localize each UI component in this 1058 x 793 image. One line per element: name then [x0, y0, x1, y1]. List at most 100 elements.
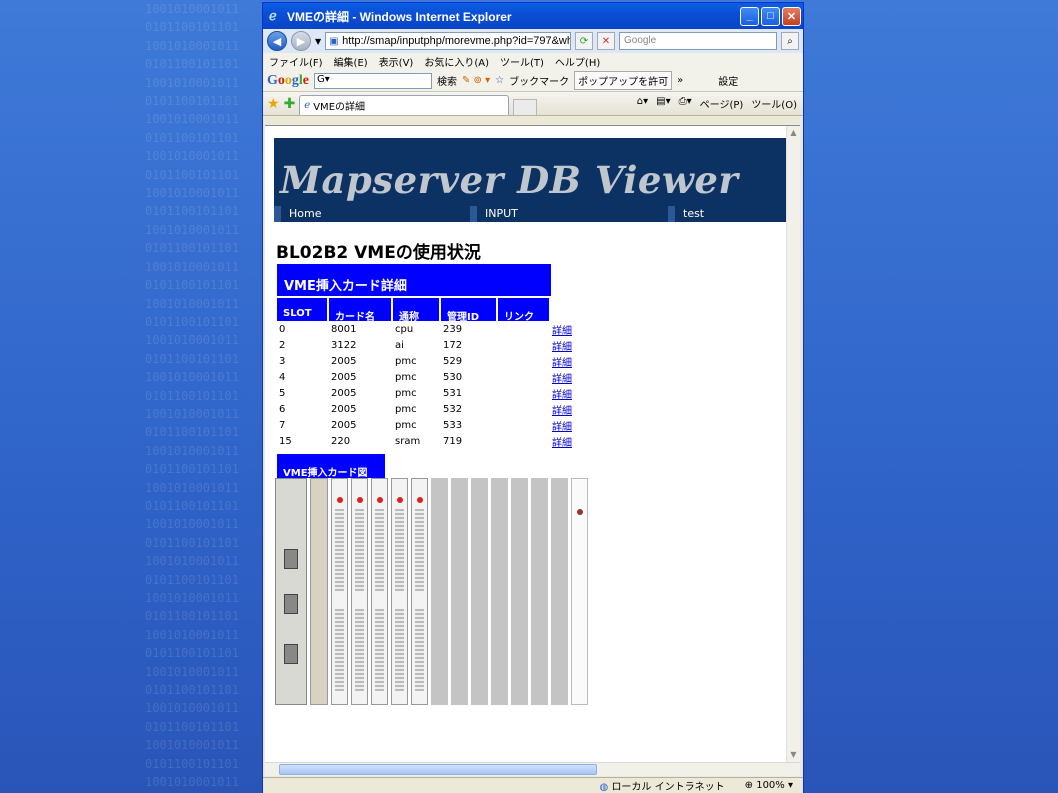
nav-input[interactable]: INPUT: [470, 206, 668, 222]
table-row: 15 220 sram 719 詳細: [277, 433, 572, 449]
settings-button[interactable]: 設定: [718, 73, 738, 88]
detail-link[interactable]: 詳細: [552, 370, 572, 385]
search-icon[interactable]: ⌕: [781, 32, 799, 50]
detail-link[interactable]: 詳細: [552, 402, 572, 417]
card-cell: 2005: [331, 371, 357, 383]
card-detail-table: VME挿入カード詳細 SLOT カード名 通称 管理ID リンク 0 8001 cp…: [277, 264, 572, 449]
detail-link[interactable]: 詳細: [552, 338, 572, 353]
menu-view[interactable]: 表示(V): [379, 54, 414, 69]
alias-cell: ai: [395, 339, 404, 351]
refresh-button[interactable]: ⟳: [575, 32, 593, 50]
rack-slot-empty: [511, 478, 528, 705]
detail-link[interactable]: 詳細: [552, 354, 572, 369]
id-cell: 719: [443, 435, 463, 447]
ie-icon: ℯ: [269, 8, 277, 23]
stop-button[interactable]: ✕: [597, 32, 615, 50]
search-input[interactable]: Google: [619, 32, 777, 50]
card-cell: 220: [331, 435, 351, 447]
print-icon[interactable]: ⎙▾: [679, 96, 692, 111]
detail-link[interactable]: 詳細: [552, 386, 572, 401]
horizontal-scrollbar[interactable]: [265, 762, 800, 776]
tab-vme-detail[interactable]: ℯ VMEの詳細: [299, 95, 510, 115]
menu-tools[interactable]: ツール(T): [500, 54, 544, 69]
menu-favorites[interactable]: お気に入り(A): [424, 54, 489, 69]
alias-cell: pmc: [395, 403, 417, 415]
rack-slot-empty: [551, 478, 568, 705]
zoom-control[interactable]: ⊕ 100% ▾: [745, 780, 793, 791]
card-cell: 2005: [331, 387, 357, 399]
slot-cell: 7: [279, 419, 286, 431]
table-caption: VME挿入カード詳細: [277, 264, 551, 296]
menu-edit[interactable]: 編集(E): [334, 54, 368, 69]
alias-cell: pmc: [395, 387, 417, 399]
cpu-port: [284, 594, 298, 614]
detail-link[interactable]: 詳細: [552, 322, 572, 337]
url-input[interactable]: ▣ http://smap/inputphp/morevme.php?id=79…: [325, 32, 571, 50]
card-cell: 8001: [331, 323, 357, 335]
back-button[interactable]: ◀: [267, 31, 287, 51]
scroll-down-icon[interactable]: ▼: [787, 748, 800, 762]
table-row: 2 3122 ai 172 詳細: [277, 337, 572, 353]
add-favorites-icon[interactable]: ✚: [284, 96, 296, 112]
rack-slot-pmc: [371, 478, 388, 705]
history-dropdown-icon[interactable]: ▼: [315, 37, 321, 46]
bookmarks-button[interactable]: ブックマーク: [509, 73, 569, 88]
popup-allow-button[interactable]: ポップアップを許可: [574, 71, 673, 90]
zone-label: ◍ ローカル イントラネット: [600, 778, 725, 793]
menu-file[interactable]: ファイル(F): [269, 54, 323, 69]
home-icon[interactable]: ⌂▾: [637, 96, 648, 111]
id-cell: 239: [443, 323, 463, 335]
slot-cell: 0: [279, 323, 286, 335]
pmc-rail: [375, 609, 384, 691]
rack-slot-ai: [310, 478, 328, 705]
more-chevron-icon[interactable]: »: [677, 75, 683, 86]
feeds-icon[interactable]: ▤▾: [656, 96, 670, 111]
favorites-star-icon[interactable]: ★: [267, 96, 280, 112]
page-viewport: Mapserver DB Viewer Home INPUT test BL02…: [265, 125, 800, 762]
google-search-button[interactable]: 検索: [437, 73, 457, 88]
id-cell: 172: [443, 339, 463, 351]
led-icon: [377, 497, 383, 503]
bookmark-star-icon: ☆: [495, 75, 505, 86]
close-button[interactable]: ✕: [782, 6, 801, 26]
forward-button[interactable]: ▶: [291, 31, 311, 51]
tools-menu[interactable]: ツール(O): [751, 96, 797, 111]
pmc-rail: [335, 609, 344, 691]
id-cell: 529: [443, 355, 463, 367]
card-cell: 2005: [331, 355, 357, 367]
vertical-scrollbar[interactable]: ▲ ▼: [786, 126, 800, 762]
table-row: 0 8001 cpu 239 詳細: [277, 321, 572, 337]
site-banner: Mapserver DB Viewer Home INPUT test: [274, 138, 787, 222]
card-cell: 2005: [331, 419, 357, 431]
detail-link[interactable]: 詳細: [552, 418, 572, 433]
alias-cell: sram: [395, 435, 421, 447]
minimize-button[interactable]: _: [740, 6, 759, 26]
rack-slot-pmc: [391, 478, 408, 705]
google-search-input[interactable]: G▾: [314, 72, 432, 89]
toolbar-icons: ✎ ⊚ ▾: [462, 75, 491, 86]
pmc-rail: [415, 609, 424, 691]
pmc-rail: [355, 609, 364, 691]
new-tab-button[interactable]: [513, 99, 538, 115]
maximize-button[interactable]: □: [761, 6, 780, 26]
scroll-thumb[interactable]: [279, 764, 597, 775]
detail-link[interactable]: 詳細: [552, 434, 572, 449]
title-bar[interactable]: ℯ VMEの詳細 - Windows Internet Explorer _ □…: [263, 3, 803, 29]
cpu-port: [284, 644, 298, 664]
page-menu[interactable]: ページ(P): [700, 96, 744, 111]
col-slot: SLOT: [277, 298, 327, 321]
scroll-up-icon[interactable]: ▲: [787, 126, 800, 140]
menu-help[interactable]: ヘルプ(H): [555, 54, 600, 69]
google-logo: Google: [267, 72, 309, 88]
nav-home[interactable]: Home: [274, 206, 470, 222]
nav-test[interactable]: test: [668, 206, 787, 222]
slot-cell: 4: [279, 371, 286, 383]
browser-window: ℯ VMEの詳細 - Windows Internet Explorer _ □…: [262, 2, 804, 793]
col-link: リンク: [498, 298, 549, 323]
pmc-rail: [375, 509, 384, 591]
url-text: http://smap/inputphp/morevme.php?id=797&…: [342, 35, 571, 47]
pmc-rail: [395, 609, 404, 691]
id-cell: 532: [443, 403, 463, 415]
id-cell: 533: [443, 419, 463, 431]
alias-cell: cpu: [395, 323, 414, 335]
